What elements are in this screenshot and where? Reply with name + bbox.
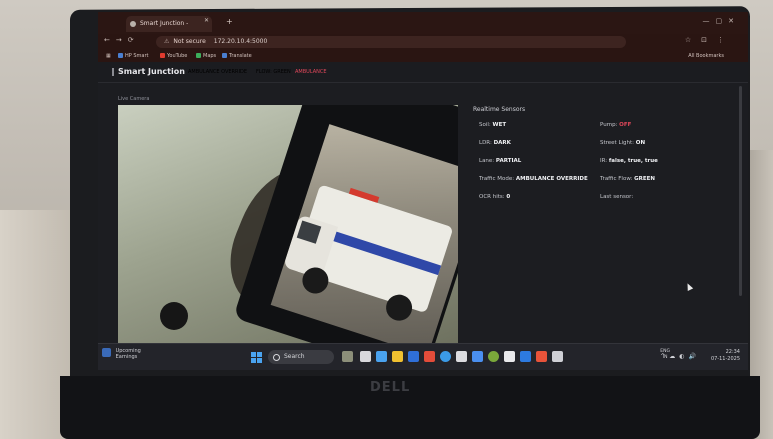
live-camera-feed	[118, 105, 458, 343]
tab-favicon-icon	[130, 21, 136, 27]
bookmark-item[interactable]: YouTube	[160, 50, 187, 62]
search-label: Search	[284, 353, 305, 360]
app-brand: Smart Junction	[118, 67, 185, 76]
youtube-icon	[160, 53, 165, 58]
news-icon	[102, 348, 111, 357]
reading-traffic-flow: Traffic Flow: GREEN	[600, 176, 656, 182]
maps-icon	[196, 53, 201, 58]
widget-line2: Earnings	[115, 354, 138, 360]
bookmark-item[interactable]: HP Smart	[118, 50, 149, 62]
address-bar-row: ←→⟳ ⚠ Not secure 172.20.10.4:5000 ☆⊡⋮	[98, 34, 748, 50]
app-header: Smart Junction AMBULANCE OVERRIDE FLOW: …	[98, 62, 748, 83]
taskbar-app-icon[interactable]	[472, 351, 483, 362]
url-text: 172.20.10.4:5000	[213, 38, 268, 45]
reading-traffic-mode: Traffic Mode: AMBULANCE OVERRIDE	[479, 176, 588, 182]
sensors-title: Realtime Sensors	[473, 106, 526, 113]
new-tab-icon[interactable]: +	[226, 17, 233, 26]
bookmarks-bar: ▦ HP Smart YouTube Maps Translate All Bo…	[98, 50, 748, 62]
hp-icon	[118, 53, 123, 58]
close-icon[interactable]: ✕	[204, 17, 209, 24]
taskbar-app-icon[interactable]	[424, 351, 435, 362]
clock-date: 07-11-2025	[710, 356, 740, 362]
status-badge: FLOW: GREEN	[256, 69, 291, 75]
windows-start-icon[interactable]	[251, 352, 262, 363]
page-scrollbar[interactable]	[739, 86, 742, 296]
bookmark-item[interactable]: Translate	[222, 50, 252, 62]
taskbar-app-icon[interactable]	[360, 351, 371, 362]
taskbar-app-icon[interactable]	[536, 351, 547, 362]
nav-buttons[interactable]: ←→⟳	[104, 36, 140, 44]
taskbar-app-icon[interactable]	[376, 351, 387, 362]
taskbar-app-icon[interactable]	[456, 351, 467, 362]
edge-icon[interactable]	[440, 351, 451, 362]
brand-accent	[112, 68, 114, 76]
taskbar-search[interactable]: Search	[268, 350, 334, 364]
vscode-icon[interactable]	[520, 351, 531, 362]
widgets-button[interactable]: Upcoming Earnings	[102, 348, 141, 360]
security-label: Not secure	[173, 38, 206, 45]
taskbar-app-icon[interactable]	[504, 351, 515, 362]
status-badge: AMBULANCE	[295, 69, 327, 75]
language-indicator[interactable]: ENG IN	[660, 349, 670, 361]
translate-icon	[222, 53, 227, 58]
taskbar-app-icon[interactable]	[552, 351, 563, 362]
reading-ocr-hits: OCR hits: 0	[479, 194, 511, 200]
all-bookmarks-link[interactable]: All Bookmarks	[688, 50, 724, 62]
taskbar-app-icon[interactable]	[342, 351, 353, 362]
clock[interactable]: 22:34 07-11-2025	[711, 349, 740, 363]
laptop-logo: DELL	[370, 380, 411, 395]
camera-title: Live Camera	[118, 96, 150, 102]
reading-ldr: LDR: DARK	[479, 140, 511, 146]
chrome-icon[interactable]	[488, 351, 499, 362]
file-explorer-icon[interactable]	[392, 351, 403, 362]
clock-time: 22:34	[725, 349, 740, 355]
windows-taskbar: Upcoming Earnings Search ^☁◐🔊 ENG IN 22:…	[98, 343, 748, 370]
reading-ir: IR: false, true, true	[600, 158, 658, 164]
search-icon	[273, 354, 280, 361]
dashboard-content: Live Camera Realtime Sensors Soil: WET L…	[98, 83, 748, 343]
taskbar-app-icon[interactable]	[408, 351, 419, 362]
url-input[interactable]: ⚠ Not secure 172.20.10.4:5000	[156, 36, 626, 48]
browser-tab[interactable]: Smart Junction - Dashboard	[126, 16, 212, 43]
status-badge: AMBULANCE OVERRIDE	[188, 69, 247, 75]
apps-grid-icon[interactable]: ▦	[106, 50, 111, 62]
reading-pump: Pump: OFF	[600, 122, 632, 128]
reading-soil: Soil: WET	[479, 122, 507, 128]
reading-lane: Lane: PARTIAL	[479, 158, 522, 164]
not-secure-icon[interactable]: ⚠	[164, 38, 169, 45]
browser-tab-bar: Smart Junction - Dashboard ✕ + —▢✕	[98, 12, 748, 43]
camera-lens-dot	[160, 302, 188, 330]
reading-street-light: Street Light: ON	[600, 140, 646, 146]
bookmark-item[interactable]: Maps	[196, 50, 216, 62]
toolbar-icons[interactable]: ☆⊡⋮	[685, 36, 734, 44]
laptop-screen: Smart Junction - Dashboard ✕ + —▢✕ ←→⟳ ⚠…	[98, 12, 748, 370]
reading-last-sensor: Last sensor:	[600, 194, 634, 200]
window-controls[interactable]: —▢✕	[703, 17, 740, 25]
